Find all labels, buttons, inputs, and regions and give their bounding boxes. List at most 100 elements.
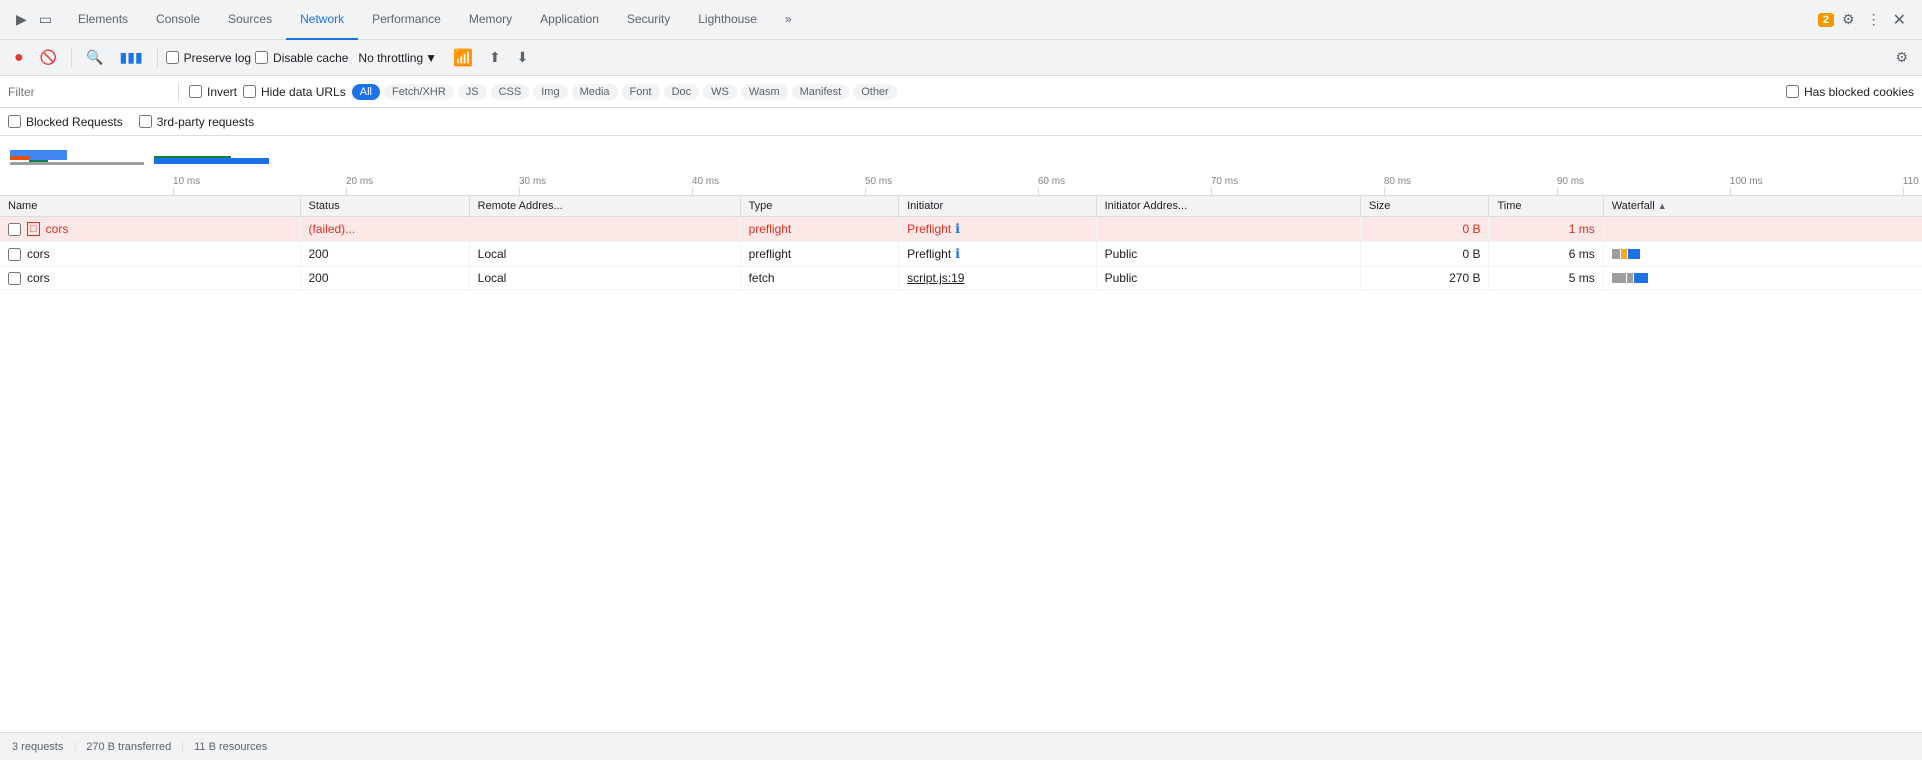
tab-application[interactable]: Application bbox=[526, 0, 613, 40]
filter-chip-doc[interactable]: Doc bbox=[664, 84, 700, 100]
col-header-remote[interactable]: Remote Addres... bbox=[469, 196, 740, 217]
table-row[interactable]: cors200LocalpreflightPreflightℹPublic0 B… bbox=[0, 242, 1922, 267]
filter-chip-all[interactable]: All bbox=[352, 84, 380, 100]
filter-icon[interactable]: ▮▮▮ bbox=[114, 45, 149, 70]
record-button[interactable]: ● bbox=[8, 45, 30, 71]
settings-icon[interactable]: ⚙ bbox=[1838, 7, 1859, 32]
wf-bar-blue bbox=[1634, 273, 1648, 283]
ruler-tick: 30 ms bbox=[519, 176, 546, 195]
tab-items: ElementsConsoleSourcesNetworkPerformance… bbox=[64, 0, 806, 39]
tab-right: 2 ⚙ ⋮ ✕ bbox=[1818, 6, 1918, 34]
ruler-tick: 80 ms bbox=[1384, 176, 1411, 195]
more-options-icon[interactable]: ⋮ bbox=[1863, 7, 1885, 32]
error-icon: □ bbox=[27, 222, 40, 236]
cell-time: 5 ms bbox=[1489, 267, 1603, 290]
tab-sources[interactable]: Sources bbox=[214, 0, 286, 40]
tab-memory[interactable]: Memory bbox=[455, 0, 526, 40]
col-header-status[interactable]: Status bbox=[300, 196, 469, 217]
tab-security[interactable]: Security bbox=[613, 0, 684, 40]
disable-cache-checkbox[interactable]: Disable cache bbox=[255, 51, 348, 65]
cell-type: fetch bbox=[740, 267, 899, 290]
invert-checkbox[interactable]: Invert bbox=[189, 85, 237, 99]
tab-network[interactable]: Network bbox=[286, 0, 358, 40]
chevron-down-icon: ▼ bbox=[425, 51, 437, 65]
close-icon[interactable]: ✕ bbox=[1889, 6, 1910, 34]
filter-chip-other[interactable]: Other bbox=[853, 84, 897, 100]
col-header-waterfall[interactable]: Waterfall ▲ bbox=[1603, 196, 1922, 217]
wifi-icon[interactable]: 📶 bbox=[447, 44, 479, 72]
cell-initiator-addr: Public bbox=[1096, 242, 1360, 267]
tab-elements[interactable]: Elements bbox=[64, 0, 142, 40]
hide-data-urls-checkbox[interactable]: Hide data URLs bbox=[243, 85, 346, 99]
initiator-info-icon[interactable]: ℹ bbox=[955, 246, 960, 261]
cell-name: □cors bbox=[0, 217, 300, 242]
cursor-icon[interactable]: ▶ bbox=[12, 7, 31, 32]
throttle-dropdown[interactable]: No throttling ▼ bbox=[352, 49, 443, 67]
preserve-log-checkbox[interactable]: Preserve log bbox=[166, 51, 251, 65]
device-icon[interactable]: ▭ bbox=[35, 7, 56, 32]
network-table-container[interactable]: NameStatusRemote Addres...TypeInitiatorI… bbox=[0, 196, 1922, 290]
blocked-bar: Blocked Requests 3rd-party requests bbox=[0, 108, 1922, 136]
cell-waterfall bbox=[1603, 267, 1922, 290]
cell-name: cors bbox=[0, 267, 300, 290]
col-header-time[interactable]: Time bbox=[1489, 196, 1603, 217]
row-checkbox[interactable] bbox=[8, 248, 21, 261]
col-header-initiator_addr[interactable]: Initiator Addres... bbox=[1096, 196, 1360, 217]
col-header-size[interactable]: Size bbox=[1361, 196, 1489, 217]
filter-chip-img[interactable]: Img bbox=[533, 84, 567, 100]
wf-bar-grey bbox=[1612, 273, 1626, 283]
filter-bar: Invert Hide data URLs AllFetch/XHRJSCSSI… bbox=[0, 76, 1922, 108]
initiator-info-icon[interactable]: ℹ bbox=[955, 221, 960, 236]
wf-bar-blue bbox=[1628, 249, 1640, 259]
notification-badge: 2 bbox=[1818, 13, 1834, 27]
cell-size: 270 B bbox=[1361, 267, 1489, 290]
wf-bar-grey2 bbox=[1627, 273, 1633, 283]
cell-initiator: Preflightℹ bbox=[899, 242, 1097, 267]
filter-chip-font[interactable]: Font bbox=[622, 84, 660, 100]
ruler-tick: 90 ms bbox=[1557, 176, 1584, 195]
filter-chip-ws[interactable]: WS bbox=[703, 84, 737, 100]
table-row[interactable]: □cors(failed)...preflightPreflightℹ0 B1 … bbox=[0, 217, 1922, 242]
tab-lighthouse[interactable]: Lighthouse bbox=[684, 0, 771, 40]
filter-chip-wasm[interactable]: Wasm bbox=[741, 84, 788, 100]
resources-size: 11 B resources bbox=[194, 741, 267, 753]
filter-chip-js[interactable]: JS bbox=[458, 84, 487, 100]
filter-chip-css[interactable]: CSS bbox=[491, 84, 530, 100]
ruler-tick: 10 ms bbox=[173, 176, 200, 195]
upload-icon[interactable]: ⬆ bbox=[483, 45, 507, 70]
filter-chips: AllFetch/XHRJSCSSImg MediaFontDocWSWasmMa… bbox=[352, 84, 897, 100]
has-blocked-cookies-checkbox[interactable]: Has blocked cookies bbox=[1786, 85, 1914, 99]
ruler-tick: 40 ms bbox=[692, 176, 719, 195]
cell-initiator: Preflightℹ bbox=[899, 217, 1097, 242]
tab-performance[interactable]: Performance bbox=[358, 0, 455, 40]
filter-chip-manifest[interactable]: Manifest bbox=[792, 84, 850, 100]
row-checkbox[interactable] bbox=[8, 272, 21, 285]
toolbar-sep1 bbox=[71, 48, 72, 68]
network-toolbar: ● 🚫 🔍 ▮▮▮ Preserve log Disable cache No … bbox=[0, 40, 1922, 76]
cell-remote: Local bbox=[469, 267, 740, 290]
blocked-requests-checkbox[interactable]: Blocked Requests bbox=[8, 115, 123, 129]
tab-bar: ▶ ▭ ElementsConsoleSourcesNetworkPerform… bbox=[0, 0, 1922, 40]
row-checkbox[interactable] bbox=[8, 223, 21, 236]
col-header-type[interactable]: Type bbox=[740, 196, 899, 217]
table-row[interactable]: cors200Localfetchscript.js:19Public270 B… bbox=[0, 267, 1922, 290]
network-settings-icon[interactable]: ⚙ bbox=[1889, 45, 1914, 70]
third-party-checkbox[interactable]: 3rd-party requests bbox=[139, 115, 254, 129]
cell-initiator: script.js:19 bbox=[899, 267, 1097, 290]
clear-button[interactable]: 🚫 bbox=[34, 45, 63, 70]
tab-more[interactable]: » bbox=[771, 0, 806, 40]
filter-chip-media[interactable]: Media bbox=[572, 84, 618, 100]
download-icon[interactable]: ⬇ bbox=[511, 45, 535, 70]
filter-input[interactable] bbox=[8, 85, 168, 99]
search-filter-icon[interactable]: 🔍 bbox=[80, 45, 109, 70]
network-table: NameStatusRemote Addres...TypeInitiatorI… bbox=[0, 196, 1922, 290]
ruler-tick: 20 ms bbox=[346, 176, 373, 195]
filter-chip-fetch_xhr[interactable]: Fetch/XHR bbox=[384, 84, 454, 100]
col-header-initiator[interactable]: Initiator bbox=[899, 196, 1097, 217]
tab-console[interactable]: Console bbox=[142, 0, 214, 40]
wf-bar-yellow bbox=[1621, 249, 1627, 259]
row-name: cors bbox=[27, 247, 50, 261]
cell-initiator-addr: Public bbox=[1096, 267, 1360, 290]
toolbar-sep2 bbox=[157, 48, 158, 68]
col-header-name[interactable]: Name bbox=[0, 196, 300, 217]
